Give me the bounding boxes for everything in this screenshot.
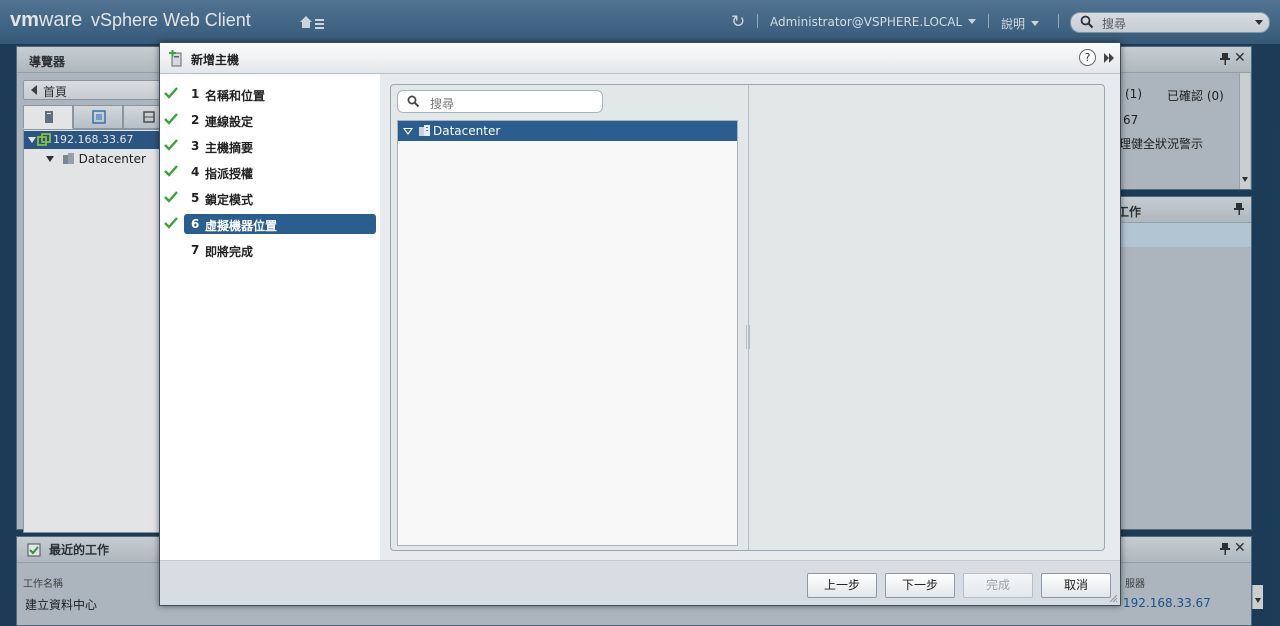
tree-item-datacenter[interactable]: Datacenter — [398, 121, 737, 141]
checkmark-icon — [164, 165, 178, 177]
wizard-step-7[interactable]: 7 即將完成 — [184, 240, 376, 260]
back-button[interactable]: 上一步 — [807, 573, 877, 598]
step-label: 連線設定 — [205, 115, 254, 129]
expand-triangle-inner — [405, 129, 411, 133]
checkmark-icon — [164, 139, 178, 151]
location-search-input[interactable]: 搜尋 — [397, 90, 603, 113]
cancel-button[interactable]: 取消 — [1041, 573, 1111, 598]
dialog-header: 新增主機 ? — [160, 43, 1120, 74]
step-label: 指派授權 — [205, 167, 254, 181]
search-placeholder: 搜尋 — [430, 97, 455, 111]
step-label: 主機摘要 — [205, 141, 254, 155]
help-icon[interactable]: ? — [1079, 49, 1096, 66]
wizard-step-3[interactable]: 3 主機摘要 — [164, 136, 376, 156]
splitter-handle[interactable] — [746, 325, 750, 349]
checkmark-icon — [164, 217, 178, 229]
step-label: 鎖定模式 — [205, 193, 254, 207]
step-number: 1 — [191, 87, 200, 101]
checkmark-icon — [164, 191, 178, 203]
finish-button[interactable]: 完成 — [963, 573, 1033, 598]
step-number: 3 — [191, 139, 200, 153]
wizard-step-4[interactable]: 4 指派授權 — [164, 162, 376, 182]
step-number: 7 — [191, 243, 200, 257]
wizard-step-2[interactable]: 2 連線設定 — [164, 110, 376, 130]
step-number: 6 — [191, 217, 200, 231]
add-host-icon — [169, 50, 182, 67]
dialog-title: 新增主機 — [191, 53, 240, 67]
add-host-dialog: 新增主機 ? 1 名稱和位置 2 連線設定 3 主機摘要 4 指派授權 5 鎖定… — [159, 42, 1121, 606]
checkmark-icon — [164, 113, 178, 125]
wizard-step-1[interactable]: 1 名稱和位置 — [164, 84, 376, 104]
step-label: 名稱和位置 — [205, 89, 266, 103]
step-label: 虛擬機器位置 — [205, 219, 278, 233]
step-number: 2 — [191, 113, 200, 127]
location-tree: Datacenter — [397, 120, 738, 546]
resize-grip-icon[interactable] — [1109, 594, 1118, 603]
wizard-steps: 1 名稱和位置 2 連線設定 3 主機摘要 4 指派授權 5 鎖定模式 6 虛擬… — [160, 74, 380, 560]
dialog-footer: 上一步 下一步 完成 取消 — [160, 560, 1120, 605]
search-icon — [407, 95, 420, 108]
next-button[interactable]: 下一步 — [885, 573, 955, 598]
datacenter-icon — [419, 125, 430, 136]
vm-location-frame: 搜尋 Datacenter — [390, 84, 1105, 551]
tree-item-label: Datacenter — [433, 124, 501, 138]
checkmark-icon — [164, 87, 178, 99]
step-number: 4 — [191, 165, 200, 179]
wizard-step-5[interactable]: 5 鎖定模式 — [164, 188, 376, 208]
wizard-content: 搜尋 Datacenter — [380, 74, 1120, 560]
step-number: 5 — [191, 191, 200, 205]
wizard-step-6[interactable]: 6 虛擬機器位置 — [164, 214, 376, 234]
step-label: 即將完成 — [205, 245, 254, 259]
pane-divider — [748, 85, 749, 550]
maximize-icon[interactable] — [1103, 52, 1115, 64]
